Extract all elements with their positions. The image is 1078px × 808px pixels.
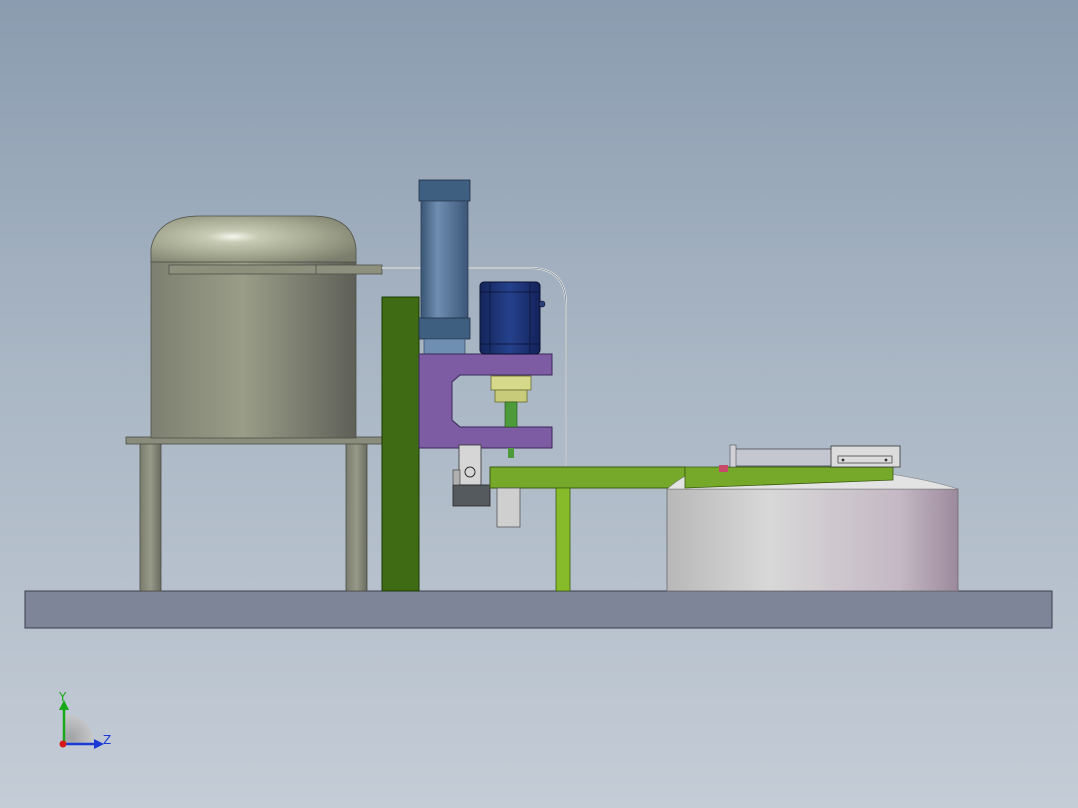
c-bracket[interactable] [418,353,553,449]
shaft-coupling[interactable] [490,375,532,391]
tank-body[interactable] [150,261,357,439]
view-orientation-triad[interactable]: Y Z [58,690,111,749]
sensor-block[interactable] [458,444,482,486]
arm-support-post[interactable] [555,487,571,592]
cylinder-top-cap[interactable] [418,179,471,202]
tank-leg-left[interactable] [139,442,162,592]
horizontal-arm[interactable] [489,466,686,489]
linear-slide[interactable] [732,448,833,467]
base-plate[interactable] [24,590,1053,629]
x-axis-dot [59,740,67,748]
rotating-drum[interactable] [666,488,959,592]
y-axis-label: Y [58,690,67,704]
cad-graphics-viewport[interactable]: Y Z [0,0,1078,808]
drive-motor[interactable] [479,281,541,355]
assembly-model[interactable]: Y Z [0,0,1078,808]
slide-carriage[interactable] [830,445,901,468]
pneumatic-cylinder[interactable] [420,200,469,320]
vertical-column[interactable] [381,296,420,592]
tank-rim-flange[interactable] [168,264,383,275]
z-axis-label: Z [103,733,111,747]
tank-leg-right[interactable] [345,442,368,592]
cylinder-bottom-cap[interactable] [418,317,471,340]
tank-dome-lid[interactable] [150,215,357,263]
